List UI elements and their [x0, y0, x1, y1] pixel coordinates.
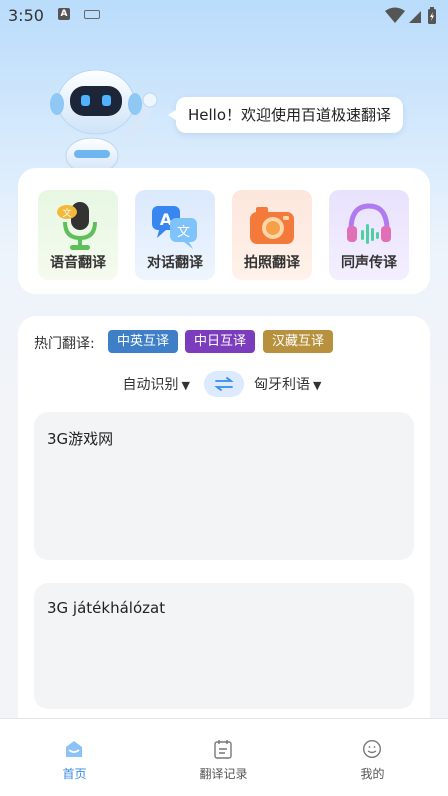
simultaneous-interpret-label: 同声传译	[341, 255, 397, 271]
simultaneous-interpret-icon	[345, 200, 393, 252]
tab-profile[interactable]: 我的	[298, 719, 447, 796]
hot-translate-label: 热门翻译:	[34, 336, 95, 352]
chip-zh-bo[interactable]: 汉藏互译	[263, 330, 334, 353]
voice-translate-label: 语音翻译	[50, 255, 106, 271]
tab-history-label: 翻译记录	[199, 767, 248, 781]
camera-translate-button[interactable]: 拍照翻译	[232, 190, 312, 280]
chip-zh-ja[interactable]: 中日互译	[185, 330, 256, 353]
robot-mascot-icon	[36, 64, 166, 175]
target-language-select[interactable]: 匈牙利语 ▼	[254, 374, 321, 394]
history-icon	[213, 739, 233, 759]
tab-home-label: 首页	[62, 767, 87, 781]
chevron-down-icon: ▼	[181, 379, 190, 392]
profile-icon	[362, 739, 382, 759]
translate-panel: 热门翻译: 中英互译 中日互译 汉藏互译 自动识别 ▼ 匈牙利语 ▼ 3G游戏网 3…	[18, 316, 430, 736]
svg-text:文: 文	[177, 225, 190, 240]
tab-history[interactable]: 翻译记录	[149, 719, 298, 796]
source-language-label: 自动识别	[122, 377, 179, 393]
status-icons	[384, 6, 440, 30]
keyboard-icon	[84, 10, 100, 19]
wifi-icon	[385, 7, 405, 23]
dialog-translate-button[interactable]: A 文 对话翻译	[135, 190, 215, 280]
swap-languages-button[interactable]	[204, 371, 244, 397]
camera-translate-label: 拍照翻译	[244, 255, 300, 271]
status-bar: 3:50 A	[0, 0, 448, 32]
home-icon	[64, 739, 84, 759]
greeting-bubble: Hello！欢迎使用百道极速翻译	[167, 97, 404, 133]
battery-icon	[428, 7, 436, 24]
voice-translate-icon: 文	[54, 200, 102, 252]
svg-text:文: 文	[62, 207, 71, 219]
feature-panel: 文 语音翻译 A 文 对话翻译 拍照翻译 同声传译	[18, 168, 430, 294]
voice-translate-button[interactable]: 文 语音翻译	[38, 190, 118, 280]
signal-icon	[409, 11, 421, 23]
source-language-select[interactable]: 自动识别 ▼	[123, 374, 190, 394]
bottom-tab-bar: 首页 翻译记录 我的	[0, 718, 448, 796]
target-language-label: 匈牙利语	[254, 377, 310, 393]
translation-result: 3G játékhálózat	[34, 583, 414, 709]
tab-home[interactable]: 首页	[0, 719, 149, 796]
tab-profile-label: 我的	[360, 767, 385, 781]
camera-translate-icon	[248, 200, 296, 252]
chevron-down-icon: ▼	[313, 379, 322, 392]
source-text-input[interactable]: 3G游戏网	[34, 412, 414, 560]
swap-icon	[214, 377, 234, 391]
status-time: 3:50	[8, 6, 44, 25]
chip-zh-en[interactable]: 中英互译	[108, 330, 179, 353]
dialog-translate-label: 对话翻译	[147, 255, 203, 271]
dialog-translate-icon: A 文	[151, 200, 199, 252]
simultaneous-interpret-button[interactable]: 同声传译	[329, 190, 409, 280]
notification-a-icon: A	[58, 8, 70, 20]
